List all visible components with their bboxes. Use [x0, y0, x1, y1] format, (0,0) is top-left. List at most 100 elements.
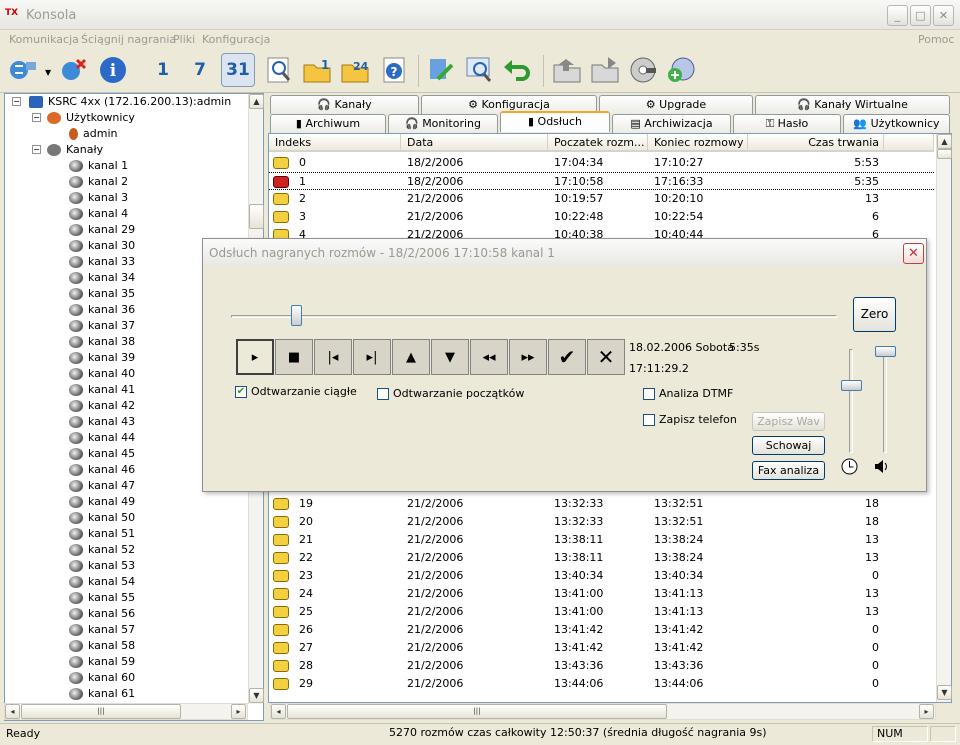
- scroll-thumb[interactable]: [249, 204, 264, 229]
- tree-channel-item[interactable]: kanal 35: [69, 286, 135, 302]
- tree-channel-item[interactable]: kanal 39: [69, 350, 135, 366]
- scroll-down-icon[interactable]: ▼: [937, 685, 952, 700]
- day-1-icon[interactable]: 1: [146, 53, 180, 87]
- folder-search-1-icon[interactable]: 1: [300, 53, 334, 87]
- col-header-data[interactable]: Data: [401, 134, 548, 152]
- tab-monitoring[interactable]: 🎧 Monitoring: [388, 114, 498, 133]
- settings-tool-icon[interactable]: [424, 53, 458, 87]
- folder-export-icon[interactable]: [588, 53, 622, 87]
- dropdown-arrow-icon[interactable]: ▼: [45, 68, 51, 77]
- tree-channel-item[interactable]: kanal 30: [69, 238, 135, 254]
- menu-sciagnij-nagrania[interactable]: Ściągnij nagrania: [81, 33, 176, 46]
- maximize-button[interactable]: □: [910, 5, 931, 26]
- tree-channel-item[interactable]: kanal 3: [69, 190, 128, 206]
- disk-add-icon[interactable]: [664, 53, 698, 87]
- tab-uzytkownicy[interactable]: 👥 Użytkownicy: [843, 114, 950, 133]
- tree-channel-item[interactable]: kanal 37: [69, 318, 135, 334]
- play-icon[interactable]: ▸: [236, 339, 274, 375]
- disk-icon[interactable]: [626, 53, 660, 87]
- tree-channel-item[interactable]: kanal 54: [69, 574, 135, 590]
- table-row[interactable]: 23 21/2/2006 13:40:34 13:40:34 0: [269, 567, 934, 585]
- tree-channel-item[interactable]: kanal 61: [69, 686, 135, 702]
- table-row[interactable]: 27 21/2/2006 13:41:42 13:41:42 0: [269, 639, 934, 657]
- dialog-close-button[interactable]: ✕: [903, 243, 924, 264]
- table-row[interactable]: 24 21/2/2006 13:41:00 13:41:13 13: [269, 585, 934, 603]
- speed-slider-thumb[interactable]: [841, 380, 862, 392]
- volume-slider-track[interactable]: [883, 349, 887, 453]
- tree-channel-item[interactable]: kanal 36: [69, 302, 135, 318]
- tree-channel-item[interactable]: kanal 49: [69, 494, 135, 510]
- minimize-button[interactable]: _: [887, 5, 908, 26]
- folder-open-icon[interactable]: [550, 53, 584, 87]
- accept-icon[interactable]: ✔: [548, 339, 586, 375]
- jump-up-icon[interactable]: ▲: [392, 339, 430, 375]
- tree-channel-item[interactable]: kanal 47: [69, 478, 135, 494]
- help-icon[interactable]: ?: [377, 53, 411, 87]
- table-row[interactable]: 26 21/2/2006 13:41:42 13:41:42 0: [269, 621, 934, 639]
- tree-channel-item[interactable]: kanal 34: [69, 270, 135, 286]
- col-header-czas[interactable]: Czas trwania: [748, 134, 884, 152]
- menu-pliki[interactable]: Pliki: [173, 33, 195, 46]
- position-slider-track[interactable]: [231, 315, 837, 318]
- save-phone-checkbox[interactable]: [643, 414, 655, 426]
- hide-button[interactable]: Schowaj: [752, 436, 825, 455]
- tree-channel-item[interactable]: kanal 4: [69, 206, 128, 222]
- tree-channel-item[interactable]: kanal 53: [69, 558, 135, 574]
- scroll-right-icon[interactable]: ▸: [919, 704, 934, 719]
- table-row[interactable]: 21 21/2/2006 13:38:11 13:38:24 13: [269, 531, 934, 549]
- search-icon[interactable]: [262, 53, 296, 87]
- scroll-up-icon[interactable]: ▲: [937, 134, 952, 149]
- table-row[interactable]: 20 21/2/2006 13:32:33 13:32:51 18: [269, 513, 934, 531]
- tree-channel-item[interactable]: kanal 38: [69, 334, 135, 350]
- fast-forward-icon[interactable]: ▸▸: [509, 339, 547, 375]
- menu-komunikacja[interactable]: Komunikacja: [9, 33, 79, 46]
- scroll-thumb[interactable]: |||: [287, 704, 667, 719]
- tree-channel-item[interactable]: kanal 2: [69, 174, 128, 190]
- tree-horizontal-scrollbar[interactable]: ◂ ||| ▸: [4, 703, 248, 720]
- tree-root[interactable]: KSRC 4xx (172.16.200.13):admin: [29, 94, 231, 110]
- tree-channel-item[interactable]: kanal 43: [69, 414, 135, 430]
- folder-search-24-icon[interactable]: 24: [338, 53, 372, 87]
- month-31-icon[interactable]: 31: [221, 53, 255, 87]
- rewind-icon[interactable]: ◂◂: [470, 339, 508, 375]
- zero-button[interactable]: Zero: [853, 297, 896, 332]
- tree-channel-item[interactable]: kanal 46: [69, 462, 135, 478]
- menu-pomoc[interactable]: Pomoc: [918, 33, 954, 46]
- tab-haslo[interactable]: ⚿ Hasło: [733, 114, 841, 133]
- mark-end-icon[interactable]: ▸|: [353, 339, 391, 375]
- tree-channels[interactable]: Kanały: [47, 142, 103, 158]
- undo-icon[interactable]: [500, 53, 534, 87]
- table-row[interactable]: 28 21/2/2006 13:43:36 13:43:36 0: [269, 657, 934, 675]
- tree-channel-item[interactable]: kanal 42: [69, 398, 135, 414]
- mark-start-icon[interactable]: |◂: [314, 339, 352, 375]
- tree-channel-item[interactable]: kanal 60: [69, 670, 135, 686]
- table-row[interactable]: 3 21/2/2006 10:22:48 10:22:54 6: [269, 208, 934, 226]
- table-row[interactable]: 2 21/2/2006 10:19:57 10:20:10 13: [269, 190, 934, 208]
- list-horizontal-scrollbar[interactable]: ◂ ||| ▸: [270, 703, 936, 720]
- tab-archiwum[interactable]: ▮ Archiwum: [270, 114, 386, 133]
- scroll-left-icon[interactable]: ◂: [5, 704, 20, 719]
- dtmf-analysis-checkbox[interactable]: [643, 388, 655, 400]
- tree-channel-item[interactable]: kanal 33: [69, 254, 135, 270]
- speed-slider-track[interactable]: [849, 349, 853, 453]
- scroll-down-icon[interactable]: ▼: [249, 688, 264, 703]
- tree-channel-item[interactable]: kanal 29: [69, 222, 135, 238]
- tab-kanaly[interactable]: 🎧 Kanały: [270, 95, 419, 114]
- tree-channel-item[interactable]: kanal 50: [69, 510, 135, 526]
- scroll-right-icon[interactable]: ▸: [231, 704, 246, 719]
- table-row[interactable]: 1 18/2/2006 17:10:58 17:16:33 5:35: [269, 172, 934, 190]
- week-7-icon[interactable]: 7: [183, 53, 217, 87]
- close-button[interactable]: ✕: [933, 5, 954, 26]
- list-vertical-scrollbar[interactable]: ▲ ▼: [936, 134, 952, 702]
- tree-channel-item[interactable]: kanal 55: [69, 590, 135, 606]
- tree-channel-item[interactable]: kanal 57: [69, 622, 135, 638]
- col-header-koniec[interactable]: Koniec rozmowy: [648, 134, 748, 152]
- collapse-toggle[interactable]: −: [32, 145, 41, 154]
- continuous-playback-checkbox[interactable]: ✔: [235, 386, 247, 398]
- scroll-left-icon[interactable]: ◂: [271, 704, 286, 719]
- reject-icon[interactable]: ✕: [587, 339, 625, 375]
- collapse-toggle[interactable]: −: [12, 97, 21, 106]
- tree-channel-item[interactable]: kanal 51: [69, 526, 135, 542]
- tree-channel-item[interactable]: kanal 1: [69, 158, 128, 174]
- jump-down-icon[interactable]: ▼: [431, 339, 469, 375]
